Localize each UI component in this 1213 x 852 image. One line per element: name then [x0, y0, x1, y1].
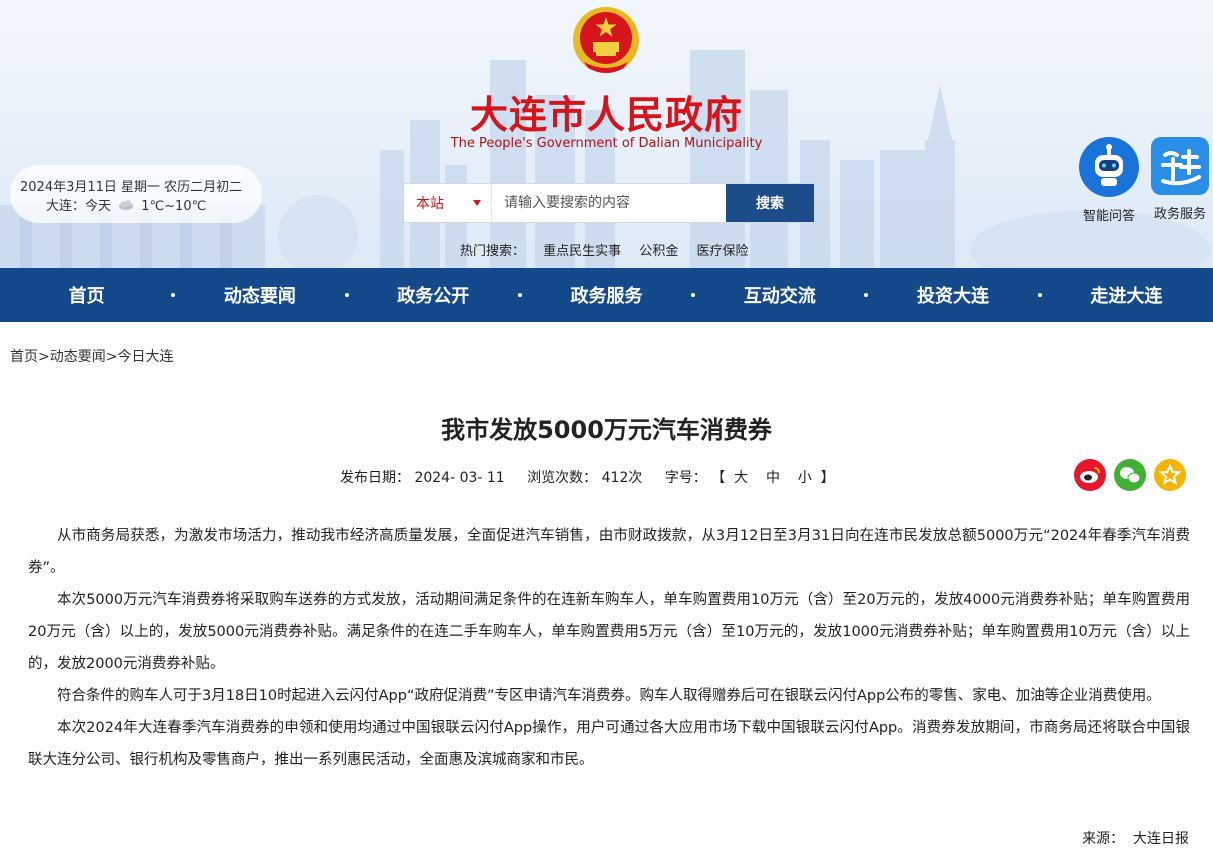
article-source: 来源： 大连日报	[1082, 831, 1189, 847]
nav-interaction[interactable]: 互动交流	[693, 268, 869, 322]
lian-logo-icon	[1151, 137, 1209, 195]
wechat-icon[interactable]	[1114, 459, 1146, 491]
date-weather-widget: 2024年3月11日 星期一 农历二月初二 大连：今天 1℃~10℃	[10, 165, 262, 223]
article-body: 从市商务局获悉，为激发市场活力，推动我市经济高质量发展，全面促进汽车销售，由市财…	[28, 520, 1190, 776]
gov-service-link[interactable]: 政务服务	[1149, 137, 1211, 222]
weather-city: 大连：今天	[46, 199, 112, 214]
nav-gov-affairs[interactable]: 政务公开	[347, 268, 522, 322]
nav-news[interactable]: 动态要闻	[173, 268, 349, 322]
breadcrumb[interactable]: 首页>动态要闻>今日大连	[10, 346, 173, 366]
current-date: 2024年3月11日 星期一 农历二月初二	[20, 180, 243, 195]
views-label: 浏览次数：	[527, 470, 598, 486]
site-subtitle: The People's Government of Dalian Munici…	[450, 136, 763, 151]
search-button[interactable]: 搜索	[726, 184, 814, 222]
publish-label: 发布日期：	[340, 470, 410, 486]
weather: 大连：今天 1℃~10℃	[46, 195, 206, 214]
quick-link-label: 政务服务	[1153, 207, 1206, 222]
favorite-star-icon[interactable]	[1154, 459, 1186, 491]
national-emblem-icon	[573, 7, 639, 73]
search-bar: 本站 搜索	[404, 184, 814, 222]
robot-icon	[1079, 137, 1139, 197]
caret-down-icon	[473, 200, 481, 206]
article-paragraph: 符合条件的购车人可于3月18日10时起进入云闪付App“政府促消费”专区申请汽车…	[57, 688, 1161, 704]
article-paragraph: 本次5000万元汽车消费券将采取购车送券的方式发放，活动期间满足条件的在连新车购…	[28, 592, 1190, 672]
article-meta: 发布日期： 2024- 03- 11 浏览次数： 412次 字号： 【 大 中 …	[340, 467, 841, 487]
article-paragraph: 本次2024年大连春季汽车消费券的申领和使用均通过中国银联云闪付App操作，用户…	[28, 720, 1190, 768]
publish-date: 2024- 03- 11	[414, 470, 505, 486]
search-scope-label: 本站	[416, 196, 444, 212]
nav-invest[interactable]: 投资大连	[866, 268, 1042, 322]
weibo-icon[interactable]	[1074, 459, 1106, 491]
nav-about-dalian[interactable]: 走进大连	[1040, 268, 1213, 322]
nav-gov-service[interactable]: 政务服务	[520, 268, 696, 322]
hot-search-item[interactable]: 公积金	[639, 244, 678, 259]
article-title: 我市发放5000万元汽车消费券	[441, 416, 772, 444]
font-size-label: 字号：	[664, 470, 707, 486]
main-nav: 首页 动态要闻 政务公开 政务服务 互动交流 投资大连 走进大连	[0, 268, 1213, 322]
hot-search-item[interactable]: 医疗保险	[696, 244, 748, 259]
site-header: 大连市人民政府 The People's Government of Dalia…	[0, 0, 1213, 268]
search-scope-select[interactable]: 本站	[404, 184, 492, 222]
font-size-options[interactable]: 【 大 中 小 】	[711, 470, 834, 486]
views-count: 412次	[601, 470, 643, 486]
hot-search: 热门搜索： 重点民生实事 公积金 医疗保险	[460, 240, 762, 259]
hot-search-item[interactable]: 重点民生实事	[543, 244, 621, 259]
site-title: 大连市人民政府	[469, 93, 743, 137]
quick-link-label: 智能问答	[1082, 209, 1135, 224]
cloud-icon	[119, 200, 134, 210]
weather-temp: 1℃~10℃	[141, 199, 207, 214]
article-paragraph: 从市商务局获悉，为激发市场活力，推动我市经济高质量发展，全面促进汽车销售，由市财…	[28, 528, 1190, 576]
nav-home[interactable]: 首页	[0, 268, 176, 322]
smart-qa-link[interactable]: 智能问答	[1078, 137, 1140, 224]
hot-search-label: 热门搜索：	[460, 244, 526, 259]
search-input[interactable]	[492, 184, 726, 222]
